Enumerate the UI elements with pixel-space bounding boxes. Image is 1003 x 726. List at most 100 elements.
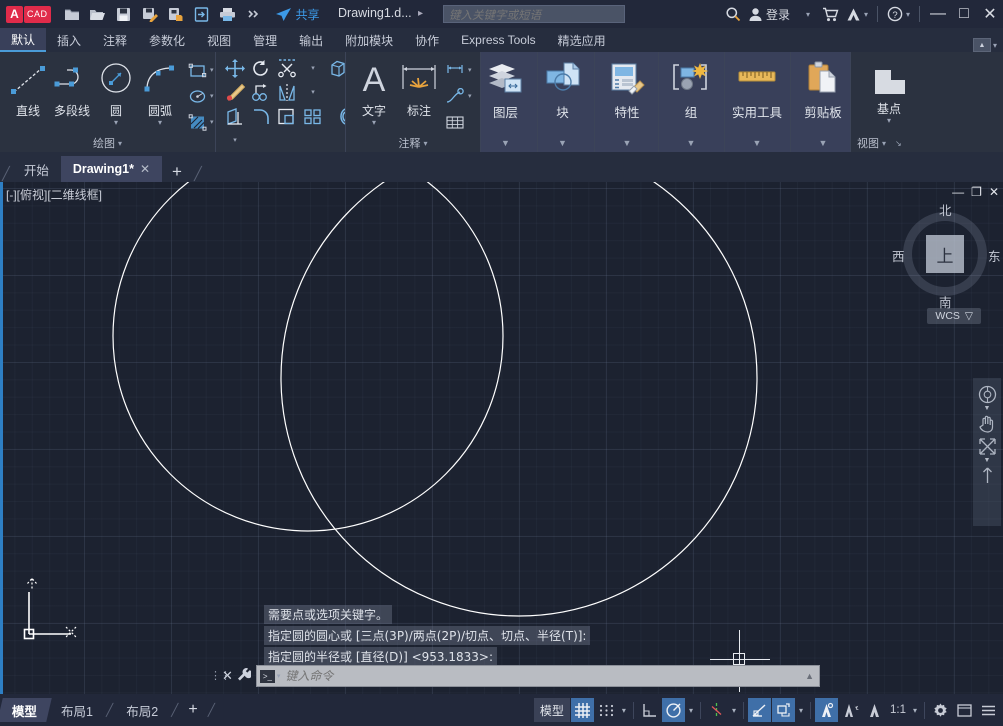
- zoom-extents-icon[interactable]: [975, 435, 999, 457]
- viewcube[interactable]: 上 北 南 西 东: [892, 204, 1001, 310]
- status-model-space-label[interactable]: 模型: [533, 698, 570, 722]
- orbit-icon[interactable]: [975, 464, 999, 486]
- steering-wheel-icon[interactable]: [975, 383, 999, 405]
- ribbon-panel-annotation-title[interactable]: 注释 ▾: [346, 134, 480, 152]
- wcs-dropdown-button[interactable]: WCS ▽: [927, 308, 981, 324]
- properties-panel-dropdown-icon[interactable]: ▼: [623, 138, 632, 148]
- view-panel-expand-icon[interactable]: ▾: [882, 139, 886, 148]
- command-line-customize-icon[interactable]: [237, 667, 253, 685]
- ribbon-panel-properties[interactable]: 特性 ▼: [594, 52, 658, 152]
- hamburger-icon[interactable]: [977, 698, 1000, 722]
- new-drawing-tab-button[interactable]: +: [162, 162, 192, 182]
- modify-fillet-button[interactable]: [248, 104, 274, 128]
- annotation-panel-expand-icon[interactable]: ▾: [423, 139, 427, 148]
- modify-array-dropdown-icon[interactable]: ▾: [222, 128, 248, 152]
- open-from-web-icon[interactable]: [191, 3, 213, 25]
- snap-mode-toggle[interactable]: [595, 698, 618, 722]
- modify-move-button[interactable]: [222, 56, 248, 80]
- polar-tracking-toggle[interactable]: [661, 698, 685, 722]
- draw-hatch-button[interactable]: ▾: [184, 110, 214, 134]
- document-title-caret-icon[interactable]: ▸: [418, 8, 423, 19]
- clean-screen-toggle[interactable]: [953, 698, 976, 722]
- ribbon-panel-utilities[interactable]: 实用工具 ▼: [724, 52, 790, 152]
- modify-fillet-dropdown-icon[interactable]: ▾: [300, 80, 326, 104]
- navigation-bar[interactable]: ▼ ▼: [973, 378, 1001, 526]
- rectangle-dropdown-icon[interactable]: ▾: [210, 66, 214, 74]
- draw-circle-dropdown-icon[interactable]: ▾: [114, 119, 118, 127]
- command-expand-icon[interactable]: ▲: [805, 671, 819, 681]
- isolate-objects-toggle[interactable]: [863, 698, 886, 722]
- save-to-web-icon[interactable]: [165, 3, 187, 25]
- drawing-tab-drawing1[interactable]: Drawing1* ✕: [60, 156, 163, 182]
- annotation-visibility-caret-icon[interactable]: ▾: [796, 706, 806, 715]
- leader-dropdown-icon[interactable]: ▾: [468, 92, 472, 100]
- draw-arc-dropdown-icon[interactable]: ▾: [158, 119, 162, 127]
- ribbon-tab-addins[interactable]: 附加模块: [334, 28, 404, 52]
- modify-copy-button[interactable]: [248, 80, 274, 104]
- grid-display-toggle[interactable]: [570, 698, 594, 722]
- annotation-scale-button[interactable]: 1:1: [887, 698, 909, 722]
- shopping-cart-icon[interactable]: [820, 3, 842, 25]
- draw-polyline-button[interactable]: 多段线: [50, 56, 94, 134]
- command-input-wrapper[interactable]: >_ ▾ ▲: [255, 665, 820, 687]
- annotation-text-dropdown-icon[interactable]: ▾: [372, 119, 376, 127]
- ribbon-minimize-caret-icon[interactable]: ▾: [993, 41, 997, 50]
- modify-mirror-button[interactable]: [274, 80, 300, 104]
- annotation-scale-caret-icon[interactable]: ▾: [910, 706, 920, 715]
- search-box[interactable]: [443, 5, 625, 24]
- ribbon-panel-group[interactable]: 组 ▼: [658, 52, 724, 152]
- draw-circle-button[interactable]: 圆 ▾: [94, 56, 138, 134]
- command-input[interactable]: [280, 669, 806, 683]
- ribbon-tab-collaborate[interactable]: 协作: [404, 28, 450, 52]
- ribbon-tab-featured-apps[interactable]: 精选应用: [547, 28, 617, 52]
- sign-in-button[interactable]: 登录: [744, 0, 794, 28]
- hatch-dropdown-icon[interactable]: ▾: [210, 118, 214, 126]
- ortho-mode-toggle[interactable]: [638, 698, 661, 722]
- group-panel-dropdown-icon[interactable]: ▼: [687, 138, 696, 148]
- modify-rotate-button[interactable]: [248, 56, 274, 80]
- ribbon-tab-manage[interactable]: 管理: [242, 28, 288, 52]
- command-line-drag-handle[interactable]: ⋮⋮: [210, 670, 231, 681]
- ribbon-panel-block[interactable]: 块 ▼: [537, 52, 594, 152]
- workspace-switch-toggle[interactable]: [814, 698, 838, 722]
- utilities-panel-dropdown-icon[interactable]: ▼: [753, 138, 762, 148]
- object-snap-tracking-caret-icon[interactable]: ▾: [729, 706, 739, 715]
- autodesk-app-caret-icon[interactable]: ▾: [864, 10, 868, 19]
- clipboard-panel-dropdown-icon[interactable]: ▼: [819, 138, 828, 148]
- draw-ellipse-button[interactable]: ▾: [184, 84, 214, 108]
- window-maximize-button[interactable]: □: [951, 0, 977, 28]
- annotation-text-button[interactable]: A 文字 ▾: [352, 56, 396, 134]
- draw-rectangle-button[interactable]: ▾: [184, 58, 214, 82]
- sign-in-caret-icon[interactable]: ▾: [806, 10, 810, 19]
- save-icon[interactable]: [113, 3, 135, 25]
- draw-panel-expand-icon[interactable]: ▾: [118, 139, 122, 148]
- drawing-tab-start[interactable]: 开始: [12, 156, 61, 182]
- ellipse-dropdown-icon[interactable]: ▾: [210, 92, 214, 100]
- layers-panel-dropdown-icon[interactable]: ▼: [501, 138, 510, 148]
- new-layout-button[interactable]: +: [179, 701, 206, 719]
- ribbon-tab-parametric[interactable]: 参数化: [138, 28, 196, 52]
- hardware-acceleration-toggle[interactable]: [839, 698, 862, 722]
- window-minimize-button[interactable]: —: [925, 0, 951, 28]
- modify-trim-dropdown-icon[interactable]: ▾: [300, 56, 326, 80]
- block-panel-dropdown-icon[interactable]: ▼: [558, 138, 567, 148]
- ribbon-tab-output[interactable]: 输出: [288, 28, 334, 52]
- drawing-tab-close-icon[interactable]: ✕: [140, 162, 150, 176]
- ribbon-tab-insert[interactable]: 插入: [46, 28, 92, 52]
- viewcube-top-face[interactable]: 上: [926, 235, 964, 273]
- window-close-button[interactable]: ✕: [977, 0, 1003, 28]
- layout-tab-model[interactable]: 模型: [0, 698, 52, 722]
- ribbon-minimize-button[interactable]: ▲: [972, 38, 991, 52]
- draw-arc-button[interactable]: 圆弧 ▾: [138, 56, 182, 134]
- zoom-dropdown-icon[interactable]: ▼: [984, 457, 991, 464]
- open-file-icon[interactable]: [87, 3, 109, 25]
- annotation-leader-button[interactable]: ▾: [442, 84, 472, 108]
- app-logo[interactable]: A CAD: [6, 5, 51, 23]
- plot-icon[interactable]: [217, 3, 239, 25]
- modify-stretch-button[interactable]: [222, 104, 248, 128]
- linear-dimension-dropdown-icon[interactable]: ▾: [468, 66, 472, 74]
- steering-wheel-dropdown-icon[interactable]: ▼: [984, 405, 991, 412]
- search-icon[interactable]: [722, 3, 744, 25]
- viewcube-west-label[interactable]: 西: [892, 246, 905, 265]
- ribbon-panel-view-title[interactable]: 视图 ▾ ↘: [851, 134, 1003, 152]
